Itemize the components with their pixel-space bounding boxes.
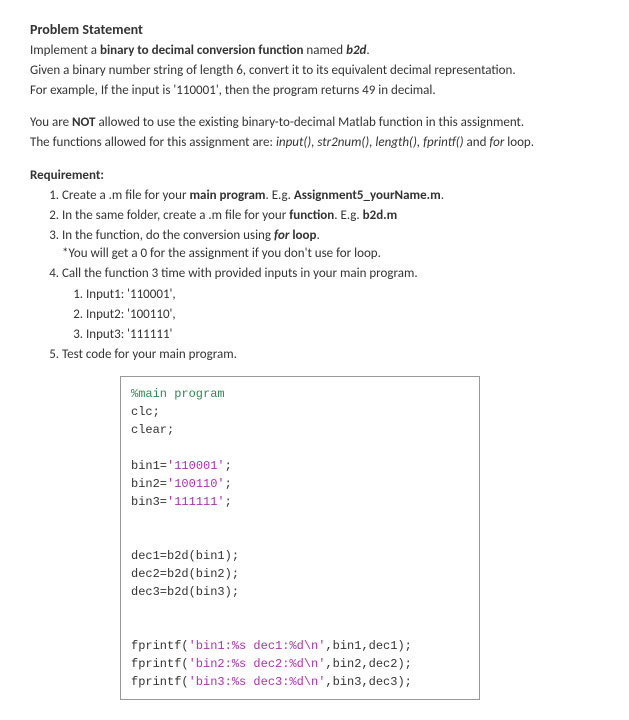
text: The functions allowed for this assignmen…: [30, 135, 276, 150]
for-keyword: for: [489, 135, 504, 150]
code-sample: %main program clc; clear; bin1='110001';…: [120, 376, 480, 700]
text: bin1=: [131, 459, 167, 473]
requirement-heading: Requirement:: [30, 167, 599, 185]
restriction-line-1: You are NOT allowed to use the existing …: [30, 114, 599, 132]
text: bin3=: [131, 495, 167, 509]
text: ,bin1,dec1);: [325, 639, 411, 653]
requirement-item-1: Create a .m file for your main program. …: [62, 187, 599, 205]
text: You are: [30, 115, 72, 130]
code-line: bin3='111111';: [131, 493, 469, 511]
text: bin2=: [131, 477, 167, 491]
text-bold: main program: [189, 188, 265, 203]
code-line: dec1=b2d(bin1);: [131, 547, 469, 565]
code-string: 'bin2:%s dec2:%d\n': [189, 657, 326, 671]
requirement-item-3: In the function, do the conversion using…: [62, 227, 599, 263]
requirement-list: Create a .m file for your main program. …: [62, 187, 599, 365]
code-line: fprintf('bin3:%s dec3:%d\n',bin3,dec3);: [131, 673, 469, 691]
code-line: bin2='100110';: [131, 475, 469, 493]
text: Implement a: [30, 43, 100, 58]
text: ;: [225, 495, 232, 509]
text: Create a .m file for your: [62, 188, 189, 203]
allowed-functions: input(), str2num(), length(), fprintf(): [276, 135, 464, 150]
text: ,bin2,dec2);: [325, 657, 411, 671]
input-item-1: Input1: '110001',: [86, 286, 599, 304]
text: fprintf(: [131, 657, 189, 671]
text: Call the function 3 time with provided i…: [62, 266, 418, 281]
problem-statement-heading: Problem Statement: [30, 20, 599, 40]
code-string: '111111': [167, 495, 225, 509]
text: .: [441, 188, 444, 203]
code-line: dec2=b2d(bin2);: [131, 565, 469, 583]
restriction-line-2: The functions allowed for this assignmen…: [30, 134, 599, 152]
text: In the function, do the conversion using: [62, 228, 274, 243]
code-comment: %main program: [131, 387, 225, 401]
text: .: [366, 43, 369, 58]
requirement-item-5: Test code for your main program.: [62, 346, 599, 364]
text: fprintf(: [131, 639, 189, 653]
text: and: [464, 135, 490, 150]
text: allowed to use the existing binary-to-de…: [96, 115, 525, 130]
text-bold: binary to decimal conversion function: [100, 43, 303, 58]
input-item-3: Input3: '111111': [86, 326, 599, 344]
text: ,bin3,dec3);: [325, 675, 411, 689]
text-bold: function: [289, 208, 334, 223]
requirement-3-note: *You will get a 0 for the assignment if …: [62, 245, 599, 263]
code-line: fprintf('bin1:%s dec1:%d\n',bin1,dec1);: [131, 637, 469, 655]
code-string: '100110': [167, 477, 225, 491]
input-list: Input1: '110001', Input2: '100110', Inpu…: [86, 286, 599, 345]
text: named: [303, 43, 346, 58]
text-bold: loop: [289, 228, 316, 243]
code-string: 'bin1:%s dec1:%d\n': [189, 639, 326, 653]
code-line: fprintf('bin2:%s dec2:%d\n',bin2,dec2);: [131, 655, 469, 673]
for-keyword: for: [274, 228, 289, 243]
text: In the same folder, create a .m file for…: [62, 208, 289, 223]
text: loop.: [504, 135, 534, 150]
code-string: 'bin3:%s dec3:%d\n': [189, 675, 326, 689]
text: ;: [225, 459, 232, 473]
text: .: [317, 228, 320, 243]
code-line: clc;: [131, 403, 469, 421]
text: . E.g.: [334, 208, 362, 223]
text: . E.g.: [265, 188, 293, 203]
input-item-2: Input2: '100110',: [86, 306, 599, 324]
code-line: bin1='110001';: [131, 457, 469, 475]
text: fprintf(: [131, 675, 189, 689]
text-bold: Assignment5_yourName.m: [294, 188, 441, 203]
text: ;: [225, 477, 232, 491]
requirement-item-4: Call the function 3 time with provided i…: [62, 265, 599, 344]
intro-line-3: For example, If the input is '110001', t…: [30, 82, 599, 100]
text-bold: NOT: [72, 115, 96, 130]
text-bold: b2d.m: [363, 208, 398, 223]
code-line: clear;: [131, 421, 469, 439]
function-name: b2d: [346, 43, 366, 58]
intro-line-2: Given a binary number string of length 6…: [30, 62, 599, 80]
code-line: dec3=b2d(bin3);: [131, 583, 469, 601]
code-string: '110001': [167, 459, 225, 473]
requirement-item-2: In the same folder, create a .m file for…: [62, 207, 599, 225]
intro-line-1: Implement a binary to decimal conversion…: [30, 42, 599, 60]
